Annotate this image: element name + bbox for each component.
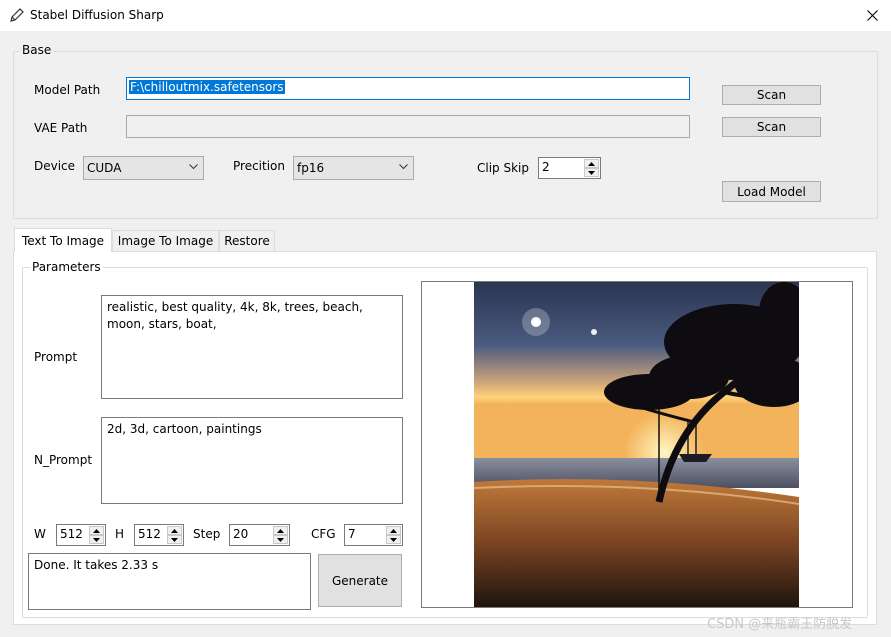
load-model-button[interactable]: Load Model xyxy=(722,181,821,202)
clip-skip-value: 2 xyxy=(542,160,550,174)
parameters-group-label: Parameters xyxy=(30,260,103,274)
cfg-stepper[interactable]: 7 xyxy=(344,524,403,546)
scan-model-button[interactable]: Scan xyxy=(722,85,821,105)
spin-down-button[interactable] xyxy=(89,535,104,544)
n-prompt-label: N_Prompt xyxy=(34,453,93,467)
chevron-down-icon xyxy=(399,164,408,170)
spin-up-button[interactable] xyxy=(167,526,182,535)
watermark-text: CSDN @来瓶霸王防脱发 xyxy=(707,617,853,632)
close-button[interactable] xyxy=(857,2,887,28)
arrow-down-icon xyxy=(390,537,397,542)
spin-down-button[interactable] xyxy=(273,535,288,544)
h-label: H xyxy=(115,527,125,541)
step-label: Step xyxy=(193,527,221,541)
arrow-down-icon xyxy=(588,170,595,175)
spin-up-button[interactable] xyxy=(273,526,288,535)
w-label: W xyxy=(34,527,46,541)
device-select[interactable]: CUDA xyxy=(83,156,204,180)
generate-button[interactable]: Generate xyxy=(318,554,402,607)
window-title: Stabel Diffusion Sharp xyxy=(30,8,164,22)
arrow-up-icon xyxy=(390,528,397,533)
spin-down-button[interactable] xyxy=(167,535,182,544)
model-path-value: F:\chilloutmix.safetensors xyxy=(129,80,285,94)
chevron-down-icon xyxy=(189,164,198,170)
height-stepper[interactable]: 512 xyxy=(134,524,184,546)
width-value: 512 xyxy=(60,527,83,541)
device-value: CUDA xyxy=(87,161,122,175)
clip-skip-label: Clip Skip xyxy=(477,161,529,175)
n-prompt-textarea[interactable]: 2d, 3d, cartoon, paintings xyxy=(101,417,403,504)
spin-up-button[interactable] xyxy=(89,526,104,535)
arrow-up-icon xyxy=(93,528,100,533)
arrow-up-icon xyxy=(171,528,178,533)
spin-down-button[interactable] xyxy=(584,168,599,177)
close-icon xyxy=(866,9,878,21)
arrow-down-icon xyxy=(171,537,178,542)
cfg-label: CFG xyxy=(311,527,336,541)
height-value: 512 xyxy=(138,527,161,541)
arrow-down-icon xyxy=(277,537,284,542)
precision-value: fp16 xyxy=(297,161,325,175)
clip-skip-stepper[interactable]: 2 xyxy=(538,157,601,179)
tab-image-to-image[interactable]: Image To Image xyxy=(112,230,219,251)
model-path-label: Model Path xyxy=(34,83,101,97)
device-label: Device xyxy=(34,159,76,173)
step-value: 20 xyxy=(233,527,249,541)
arrow-up-icon xyxy=(277,528,284,533)
tab-restore[interactable]: Restore xyxy=(219,230,275,251)
precision-select[interactable]: fp16 xyxy=(293,156,414,180)
vae-path-label: VAE Path xyxy=(34,121,88,135)
prompt-label: Prompt xyxy=(34,350,78,364)
model-path-input[interactable]: F:\chilloutmix.safetensors xyxy=(126,77,690,100)
spin-down-button[interactable] xyxy=(386,535,401,544)
prompt-textarea[interactable]: realistic, best quality, 4k, 8k, trees, … xyxy=(101,295,403,399)
spin-up-button[interactable] xyxy=(386,526,401,535)
width-stepper[interactable]: 512 xyxy=(56,524,106,546)
cfg-value: 7 xyxy=(348,527,356,541)
precision-label: Precition xyxy=(233,159,285,173)
arrow-down-icon xyxy=(93,537,100,542)
pencil-icon xyxy=(9,7,25,23)
tab-text-to-image[interactable]: Text To Image xyxy=(14,228,112,252)
base-group-label: Base xyxy=(20,43,54,57)
status-textarea[interactable]: Done. It takes 2.33 s xyxy=(28,553,311,610)
spin-up-button[interactable] xyxy=(584,159,599,168)
scan-vae-button[interactable]: Scan xyxy=(722,117,821,137)
step-stepper[interactable]: 20 xyxy=(229,524,290,546)
generated-image xyxy=(473,282,814,607)
arrow-up-icon xyxy=(588,161,595,166)
vae-path-input[interactable] xyxy=(126,115,690,138)
